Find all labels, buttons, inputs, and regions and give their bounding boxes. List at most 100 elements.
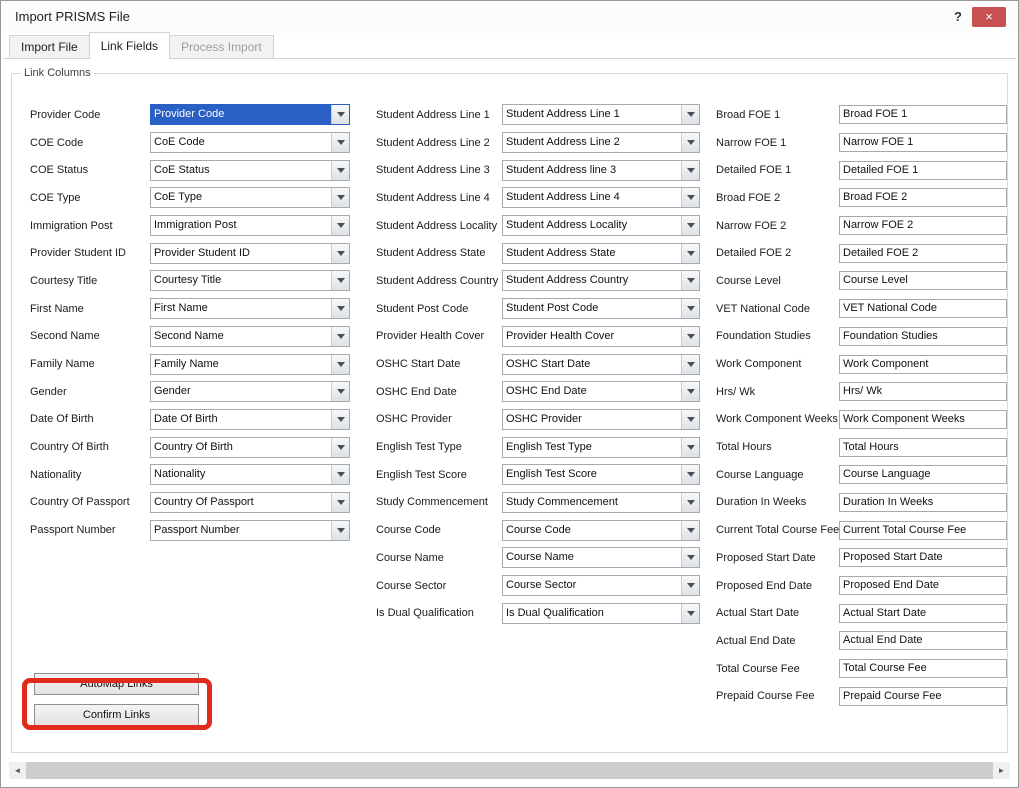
field-combobox[interactable]: English Test Score [502, 464, 700, 485]
scrollbar-thumb[interactable] [26, 762, 993, 779]
chevron-down-icon[interactable] [331, 521, 349, 540]
chevron-down-icon[interactable] [681, 188, 699, 207]
field-combobox[interactable]: Immigration Post [150, 215, 350, 236]
chevron-down-icon[interactable] [331, 465, 349, 484]
chevron-down-icon[interactable] [681, 105, 699, 124]
field-textbox[interactable]: Narrow FOE 2 [839, 216, 1007, 235]
field-textbox[interactable]: Total Course Fee [839, 659, 1007, 678]
horizontal-scrollbar[interactable]: ◄ ► [9, 762, 1010, 779]
field-textbox[interactable]: Course Level [839, 271, 1007, 290]
chevron-down-icon[interactable] [681, 133, 699, 152]
chevron-down-icon[interactable] [331, 271, 349, 290]
field-combobox[interactable]: OSHC Start Date [502, 354, 700, 375]
chevron-down-icon[interactable] [681, 410, 699, 429]
field-combobox[interactable]: CoE Code [150, 132, 350, 153]
help-icon[interactable]: ? [950, 9, 966, 24]
field-textbox[interactable]: Work Component Weeks [839, 410, 1007, 429]
field-combobox[interactable]: Student Address Line 1 [502, 104, 700, 125]
tab[interactable]: Import File [9, 35, 90, 58]
field-combobox[interactable]: Second Name [150, 326, 350, 347]
field-combobox[interactable]: Student Address Locality [502, 215, 700, 236]
field-textbox[interactable]: Actual Start Date [839, 604, 1007, 623]
field-combobox[interactable]: OSHC End Date [502, 381, 700, 402]
chevron-down-icon[interactable] [331, 382, 349, 401]
chevron-down-icon[interactable] [681, 438, 699, 457]
tab[interactable]: Process Import [169, 35, 274, 58]
chevron-down-icon[interactable] [331, 299, 349, 318]
chevron-down-icon[interactable] [331, 244, 349, 263]
chevron-down-icon[interactable] [331, 438, 349, 457]
field-textbox[interactable]: Total Hours [839, 438, 1007, 457]
field-combobox[interactable]: Date Of Birth [150, 409, 350, 430]
tab[interactable]: Link Fields [89, 32, 170, 59]
field-combobox[interactable]: Is Dual Qualification [502, 603, 700, 624]
field-combobox[interactable]: Provider Student ID [150, 243, 350, 264]
chevron-down-icon[interactable] [681, 161, 699, 180]
field-combobox[interactable]: Student Address Country [502, 270, 700, 291]
field-textbox[interactable]: Broad FOE 2 [839, 188, 1007, 207]
field-combobox[interactable]: Gender [150, 381, 350, 402]
field-textbox[interactable]: Hrs/ Wk [839, 382, 1007, 401]
chevron-down-icon[interactable] [681, 548, 699, 567]
field-textbox[interactable]: Proposed End Date [839, 576, 1007, 595]
field-textbox[interactable]: Current Total Course Fee [839, 521, 1007, 540]
chevron-down-icon[interactable] [331, 133, 349, 152]
field-combobox[interactable]: Passport Number [150, 520, 350, 541]
field-combobox[interactable]: Provider Code [150, 104, 350, 125]
field-textbox[interactable]: Duration In Weeks [839, 493, 1007, 512]
field-combobox[interactable]: CoE Status [150, 160, 350, 181]
field-textbox[interactable]: Detailed FOE 2 [839, 244, 1007, 263]
field-combobox[interactable]: Student Address Line 4 [502, 187, 700, 208]
chevron-down-icon[interactable] [681, 216, 699, 235]
chevron-down-icon[interactable] [331, 327, 349, 346]
chevron-down-icon[interactable] [681, 382, 699, 401]
field-combobox[interactable]: English Test Type [502, 437, 700, 458]
field-combobox[interactable]: Country Of Birth [150, 437, 350, 458]
chevron-down-icon[interactable] [331, 188, 349, 207]
field-combobox[interactable]: OSHC Provider [502, 409, 700, 430]
field-combobox[interactable]: First Name [150, 298, 350, 319]
field-combobox[interactable]: Student Address State [502, 243, 700, 264]
field-textbox[interactable]: Course Language [839, 465, 1007, 484]
chevron-down-icon[interactable] [331, 493, 349, 512]
automap-links-button[interactable]: AutoMap Links [34, 673, 199, 695]
field-combobox[interactable]: Course Code [502, 520, 700, 541]
chevron-down-icon[interactable] [331, 355, 349, 374]
chevron-down-icon[interactable] [681, 299, 699, 318]
chevron-down-icon[interactable] [681, 244, 699, 263]
field-textbox[interactable]: VET National Code [839, 299, 1007, 318]
chevron-down-icon[interactable] [681, 576, 699, 595]
field-combobox[interactable]: Course Sector [502, 575, 700, 596]
field-textbox[interactable]: Narrow FOE 1 [839, 133, 1007, 152]
field-textbox[interactable]: Proposed Start Date [839, 548, 1007, 567]
field-combobox[interactable]: Family Name [150, 354, 350, 375]
field-combobox[interactable]: Provider Health Cover [502, 326, 700, 347]
confirm-links-button[interactable]: Confirm Links [34, 704, 199, 726]
chevron-down-icon[interactable] [331, 410, 349, 429]
field-textbox[interactable]: Work Component [839, 355, 1007, 374]
chevron-down-icon[interactable] [681, 493, 699, 512]
close-icon[interactable]: × [972, 7, 1006, 27]
field-combobox[interactable]: Course Name [502, 547, 700, 568]
field-combobox[interactable]: Nationality [150, 464, 350, 485]
field-textbox[interactable]: Detailed FOE 1 [839, 161, 1007, 180]
chevron-down-icon[interactable] [331, 105, 349, 124]
field-combobox[interactable]: Study Commencement [502, 492, 700, 513]
field-combobox[interactable]: Courtesy Title [150, 270, 350, 291]
field-combobox[interactable]: Student Address Line 2 [502, 132, 700, 153]
field-combobox[interactable]: CoE Type [150, 187, 350, 208]
chevron-down-icon[interactable] [681, 355, 699, 374]
field-textbox[interactable]: Foundation Studies [839, 327, 1007, 346]
field-combobox[interactable]: Country Of Passport [150, 492, 350, 513]
chevron-down-icon[interactable] [681, 465, 699, 484]
scroll-right-icon[interactable]: ► [993, 762, 1010, 779]
field-textbox[interactable]: Prepaid Course Fee [839, 687, 1007, 706]
scroll-left-icon[interactable]: ◄ [9, 762, 26, 779]
field-combobox[interactable]: Student Post Code [502, 298, 700, 319]
field-combobox[interactable]: Student Address line 3 [502, 160, 700, 181]
chevron-down-icon[interactable] [681, 271, 699, 290]
chevron-down-icon[interactable] [681, 327, 699, 346]
chevron-down-icon[interactable] [331, 216, 349, 235]
field-textbox[interactable]: Broad FOE 1 [839, 105, 1007, 124]
chevron-down-icon[interactable] [681, 604, 699, 623]
